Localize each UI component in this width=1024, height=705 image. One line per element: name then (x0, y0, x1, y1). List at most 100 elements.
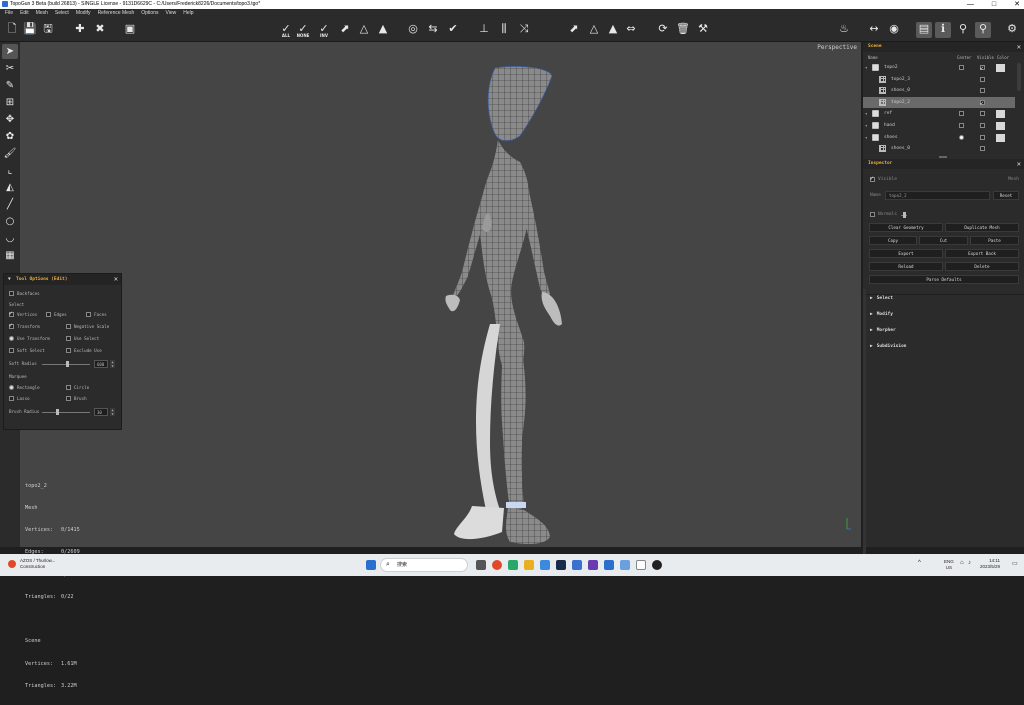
paste-button[interactable]: Paste (970, 236, 1019, 245)
start-icon[interactable] (366, 560, 376, 570)
volume-icon[interactable]: ♪ (968, 560, 971, 566)
menu-options[interactable]: Options (141, 9, 158, 18)
soft-radius-slider[interactable] (42, 361, 90, 367)
paint-tool-icon[interactable]: 🖌 (2, 146, 18, 161)
draw-tool-icon[interactable]: ✎ (2, 78, 18, 93)
maximize-button[interactable]: □ (992, 0, 996, 9)
browser-icon[interactable] (540, 560, 550, 570)
scene-item[interactable]: ▾ shoes (863, 132, 1015, 143)
clock[interactable]: 14:11 2023/5/29 (980, 558, 1000, 570)
align-icon[interactable]: ⬈ (566, 22, 582, 38)
triangle-select-icon[interactable]: ▲ (375, 22, 391, 38)
scene-item[interactable]: shoes_0 (863, 143, 1015, 154)
hierarchy-check-icon[interactable]: ⚲ (975, 22, 991, 38)
collapse-triangle-icon[interactable]: ▼ (8, 274, 11, 285)
expand-triangle-icon[interactable]: ▾ (865, 120, 867, 131)
brush-radius-spinner[interactable]: ▲ ▼ (110, 408, 115, 416)
scene-icon[interactable]: ▣ (122, 22, 138, 38)
panel-toggle-icon[interactable]: ▤ (916, 22, 932, 38)
hierarchy-icon[interactable]: ⚲ (955, 22, 971, 38)
visible-checkbox[interactable] (980, 63, 985, 74)
soft-radius-spinner[interactable]: ▲ ▼ (110, 360, 115, 368)
use-select-checkbox[interactable] (66, 336, 71, 341)
name-field[interactable]: topo2_2 (885, 191, 990, 200)
line-tool-icon[interactable]: ╱ (2, 197, 18, 212)
topogun-taskbar-icon[interactable] (636, 560, 646, 570)
brush-checkbox[interactable] (66, 396, 71, 401)
visible-checkbox[interactable] (980, 111, 985, 117)
center-toggle[interactable] (959, 123, 964, 128)
close-icon[interactable]: ✕ (1017, 159, 1021, 169)
split-icon[interactable]: ⊥ (476, 22, 492, 38)
grow-selection-icon[interactable]: ⬈ (337, 22, 353, 38)
notification-icon[interactable]: ▭ (1012, 560, 1018, 567)
app-icon[interactable] (652, 560, 662, 570)
explorer-icon[interactable] (524, 560, 534, 570)
color-swatch[interactable] (996, 64, 1005, 72)
visible-checkbox[interactable] (980, 146, 985, 152)
refresh-icon[interactable]: ⟳ (655, 22, 671, 38)
tools-icon[interactable]: ⚒ (695, 22, 711, 38)
negative-scale-checkbox[interactable] (66, 324, 71, 329)
app-icon[interactable] (620, 560, 630, 570)
smooth-tool-icon[interactable]: ◡ (2, 231, 18, 246)
extrude-tool-icon[interactable]: ⌞ (2, 163, 18, 178)
settings-gear-icon[interactable]: ⚙ (1004, 22, 1020, 38)
section-select[interactable]: Select (870, 296, 893, 301)
app-icon[interactable] (588, 560, 598, 570)
close-window-button[interactable]: ✕ (1014, 0, 1020, 9)
visible-checkbox[interactable] (980, 88, 985, 94)
normals-checkbox[interactable] (870, 212, 875, 217)
render-icon[interactable]: ♨ (836, 22, 852, 38)
brush-tool-icon[interactable]: ✿ (2, 129, 18, 144)
new-file-icon[interactable]: 🗋 (4, 22, 20, 38)
select-all-button[interactable]: ✓ ALL (278, 22, 294, 38)
vertices-checkbox[interactable] (9, 310, 14, 317)
delete-x-icon[interactable]: ✖ (92, 22, 108, 38)
color-swatch[interactable] (996, 122, 1005, 130)
lasso-checkbox[interactable] (9, 396, 14, 401)
backfaces-checkbox[interactable] (9, 291, 14, 296)
export-button[interactable]: Export (869, 249, 943, 258)
brush-radius-field[interactable]: 30 (94, 408, 108, 416)
circle-checkbox[interactable] (66, 385, 71, 390)
section-modify[interactable]: Modify (870, 312, 893, 317)
info-icon[interactable]: ℹ (935, 22, 951, 38)
steam-icon[interactable] (556, 560, 566, 570)
menu-file[interactable]: File (5, 9, 13, 18)
tray-chevron-icon[interactable]: ^ (918, 560, 921, 566)
save-icon[interactable]: 💾 (22, 22, 38, 38)
slider-knob[interactable] (56, 409, 59, 415)
trash-icon[interactable]: 🗑 (675, 22, 691, 38)
duplicate-mesh-button[interactable]: Duplicate Mesh (945, 223, 1019, 232)
section-subdivision[interactable]: Subdivision (870, 344, 907, 349)
section-morpher[interactable]: Morpher (870, 328, 896, 333)
resize-icon[interactable]: ↔ (866, 22, 882, 38)
slider-knob[interactable] (66, 361, 69, 367)
menu-view[interactable]: View (165, 9, 176, 18)
save-as-icon[interactable]: 🖫 (40, 22, 56, 38)
transform-checkbox[interactable] (9, 322, 14, 329)
visible-checkbox[interactable] (870, 175, 875, 182)
bridge-tool-icon[interactable]: ⊞ (2, 95, 18, 110)
menu-select[interactable]: Select (55, 9, 69, 18)
visible-checkbox[interactable] (980, 76, 985, 82)
menu-modify[interactable]: Modify (76, 9, 91, 18)
language-indicator[interactable]: ENG US (944, 559, 954, 571)
close-icon[interactable]: ✕ (1017, 42, 1021, 52)
cut-button[interactable]: Cut (919, 236, 968, 245)
triangle-tool-icon[interactable]: △ (586, 22, 602, 38)
network-icon[interactable]: ⌂ (960, 560, 964, 566)
edges-checkbox[interactable] (46, 312, 51, 317)
brush-radius-slider[interactable] (42, 409, 90, 415)
export-back-button[interactable]: Export Back (945, 249, 1019, 258)
menu-edit[interactable]: Edit (20, 9, 29, 18)
weather-widget[interactable]: AZOS / Thurlow... Construction (20, 558, 55, 570)
scene-item[interactable]: ▾ topo2 (863, 62, 1015, 74)
center-toggle[interactable] (959, 111, 964, 117)
app-icon[interactable] (604, 560, 614, 570)
circle-tool-icon[interactable]: ○ (2, 214, 18, 229)
scene-item[interactable]: ▾ hand (863, 120, 1015, 131)
add-icon[interactable]: ✚ (72, 22, 88, 38)
shrink-selection-icon[interactable]: △ (356, 22, 372, 38)
